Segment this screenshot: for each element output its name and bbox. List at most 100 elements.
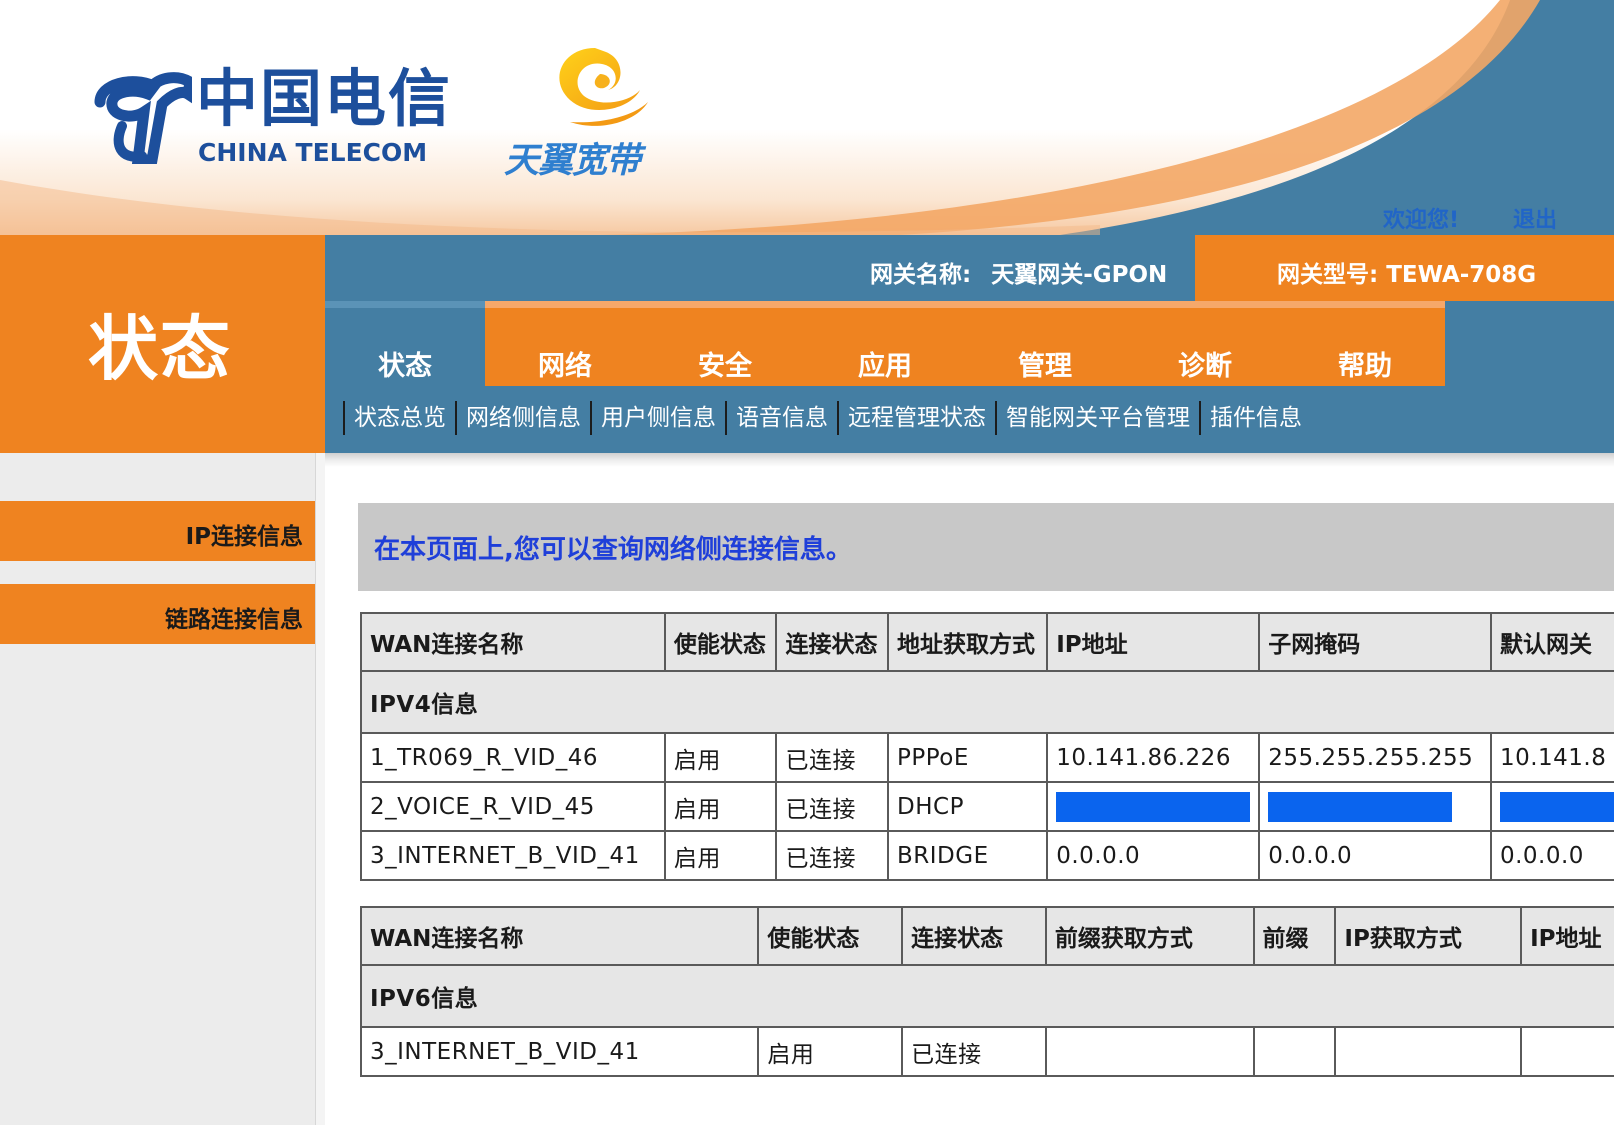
tab-application[interactable]: 应用 xyxy=(805,301,965,386)
table-cell: 0.0.0.0 xyxy=(1489,830,1614,881)
gateway-name-label: 网关名称: xyxy=(870,262,972,288)
table-cell: 3_INTERNET_B_VID_41 xyxy=(360,830,666,881)
header-banner: 中国电信 CHINA TELECOM 天翼宽带 欢迎您! 退出 xyxy=(0,0,1614,235)
logout-link[interactable]: 退出 xyxy=(1513,202,1557,234)
table-cell: 已连接 xyxy=(775,781,890,832)
tianyi-swirl-icon xyxy=(559,48,648,126)
redacted-gateway-mask xyxy=(1499,791,1614,822)
table-cell: 已连接 xyxy=(901,1026,1047,1077)
sidebar-item-link-connection[interactable]: 链路连接信息 xyxy=(0,584,325,644)
column-header: 连接状态 xyxy=(901,906,1047,966)
sidebar-edge xyxy=(315,453,325,1125)
column-header: IP获取方式 xyxy=(1334,906,1523,966)
table-cell: 10.141.86.226 xyxy=(1046,732,1261,783)
table-cell: 已连接 xyxy=(775,830,890,881)
table-cell: DHCP xyxy=(887,781,1049,832)
table-caption-row: IPV6信息 xyxy=(360,964,1614,1028)
ipv4-table: IPV4信息 WAN连接名称 使能状态 连接状态 地址获取方式 IP地址 子网掩… xyxy=(360,612,1614,881)
column-header: IP地址 xyxy=(1520,906,1614,966)
subnav-plugin-info[interactable]: 插件信息 xyxy=(1199,401,1311,435)
column-header: WAN连接名称 xyxy=(359,906,760,966)
table-cell: 2_VOICE_R_VID_45 xyxy=(360,781,666,832)
brand-name-en: CHINA TELECOM xyxy=(198,138,428,167)
table-cell xyxy=(1334,1026,1523,1077)
tab-management[interactable]: 管理 xyxy=(965,301,1125,386)
table-row: 2_VOICE_R_VID_45 启用 已连接 DHCP xyxy=(360,781,1614,832)
table-cell: PPPoE xyxy=(887,732,1049,783)
table-row: 1_TR069_R_VID_46 启用 已连接 PPPoE 10.141.86.… xyxy=(360,732,1614,783)
sidebar-item-ip-connection[interactable]: IP连接信息 xyxy=(0,501,325,561)
table-caption-row: IPV4信息 xyxy=(360,670,1614,734)
column-header: 使能状态 xyxy=(663,612,778,672)
table-cell: 启用 xyxy=(663,830,778,881)
sidebar: IP连接信息 链路连接信息 xyxy=(0,453,325,1125)
table-cell: 3_INTERNET_B_VID_41 xyxy=(359,1026,760,1077)
table-cell xyxy=(1044,1026,1255,1077)
column-header: 子网掩码 xyxy=(1258,612,1492,672)
welcome-text: 欢迎您! xyxy=(1383,208,1460,233)
gateway-name: 网关名称: 天翼网关-GPON xyxy=(870,255,1167,289)
ipv4-title: IPV4信息 xyxy=(360,670,1614,734)
table-row: 3_INTERNET_B_VID_41 启用 已连接 BRIDGE 0.0.0.… xyxy=(360,830,1614,881)
subnav-overview[interactable]: 状态总览 xyxy=(343,401,455,435)
ipv6-title: IPV6信息 xyxy=(360,964,1614,1028)
tab-label: 应用 xyxy=(858,351,912,382)
table-cell: 255.255.255.255 xyxy=(1258,732,1492,783)
table-cell xyxy=(1252,1026,1337,1077)
tab-status[interactable]: 状态 xyxy=(325,301,485,386)
sidebar-item-label: IP连接信息 xyxy=(185,524,303,550)
subnav-remote-management[interactable]: 远程管理状态 xyxy=(837,401,995,435)
tab-label: 网络 xyxy=(538,351,592,382)
column-header: 地址获取方式 xyxy=(887,612,1049,672)
table-cell: 0.0.0.0 xyxy=(1258,830,1492,881)
content-divider xyxy=(315,453,1614,467)
gateway-model-value: TEWA-708G xyxy=(1386,262,1537,288)
tab-help[interactable]: 帮助 xyxy=(1285,301,1445,386)
tab-label: 管理 xyxy=(1018,351,1072,382)
subnav-user-side-info[interactable]: 用户侧信息 xyxy=(590,401,725,435)
table-row: 3_INTERNET_B_VID_41 启用 已连接 xyxy=(359,1026,1614,1077)
subnav-voice-info[interactable]: 语音信息 xyxy=(725,401,837,435)
gateway-model-box: 网关型号: TEWA-708G xyxy=(1195,235,1614,301)
table-cell: 10.141.8 xyxy=(1489,732,1614,783)
column-header: IP地址 xyxy=(1046,612,1261,672)
column-header: 连接状态 xyxy=(775,612,890,672)
page-notice: 在本页面上,您可以查询网络侧连接信息。 xyxy=(358,503,1614,591)
tianyi-broadband-logo: 天翼宽带 xyxy=(504,40,664,181)
table-cell: 已连接 xyxy=(775,732,890,783)
ipv6-table: IPV6信息 WAN连接名称 使能状态 连接状态 前缀获取方式 前缀 IP获取方… xyxy=(359,906,1614,1077)
tab-network[interactable]: 网络 xyxy=(485,301,645,386)
tab-label: 帮助 xyxy=(1338,351,1392,382)
table-header-row: WAN连接名称 使能状态 连接状态 地址获取方式 IP地址 子网掩码 默认网关 xyxy=(360,612,1614,672)
column-header: 前缀获取方式 xyxy=(1044,906,1255,966)
tab-security[interactable]: 安全 xyxy=(645,301,805,386)
column-header: 使能状态 xyxy=(757,906,904,966)
redacted-mask-mask xyxy=(1268,791,1453,822)
subnav-network-side-info[interactable]: 网络侧信息 xyxy=(455,401,590,435)
sub-navigation: 状态总览 网络侧信息 用户侧信息 语音信息 远程管理状态 智能网关平台管理 插件… xyxy=(343,400,1311,436)
tab-diagnosis[interactable]: 诊断 xyxy=(1125,301,1285,386)
tab-label: 安全 xyxy=(698,351,752,382)
table-cell xyxy=(1520,1026,1614,1077)
sidebar-item-label: 链路连接信息 xyxy=(165,607,303,633)
section-title: 状态 xyxy=(88,308,232,390)
main-tabs: 状态 网络 安全 应用 管理 诊断 帮助 xyxy=(325,301,1445,386)
gateway-name-value: 天翼网关-GPON xyxy=(991,262,1168,288)
gateway-model: 网关型号: TEWA-708G xyxy=(1277,255,1536,289)
table-cell xyxy=(1258,781,1492,832)
china-telecom-emblem-icon xyxy=(94,72,192,164)
table-cell: 启用 xyxy=(757,1026,904,1077)
table-cell: 启用 xyxy=(663,781,778,832)
gateway-model-label: 网关型号: xyxy=(1277,262,1379,288)
table-cell: BRIDGE xyxy=(887,830,1049,881)
table-cell xyxy=(1489,781,1614,832)
notice-text: 在本页面上,您可以查询网络侧连接信息。 xyxy=(374,535,852,565)
subnav-smart-gateway-platform[interactable]: 智能网关平台管理 xyxy=(995,401,1199,435)
product-name: 天翼宽带 xyxy=(504,141,641,181)
table-cell xyxy=(1046,781,1261,832)
column-header: 默认网关 xyxy=(1489,612,1614,672)
tab-label: 状态 xyxy=(378,351,432,382)
table-cell: 1_TR069_R_VID_46 xyxy=(360,732,666,783)
brand-name-cn: 中国电信 xyxy=(196,62,453,135)
table-header-row: WAN连接名称 使能状态 连接状态 前缀获取方式 前缀 IP获取方式 IP地址 xyxy=(359,906,1614,966)
